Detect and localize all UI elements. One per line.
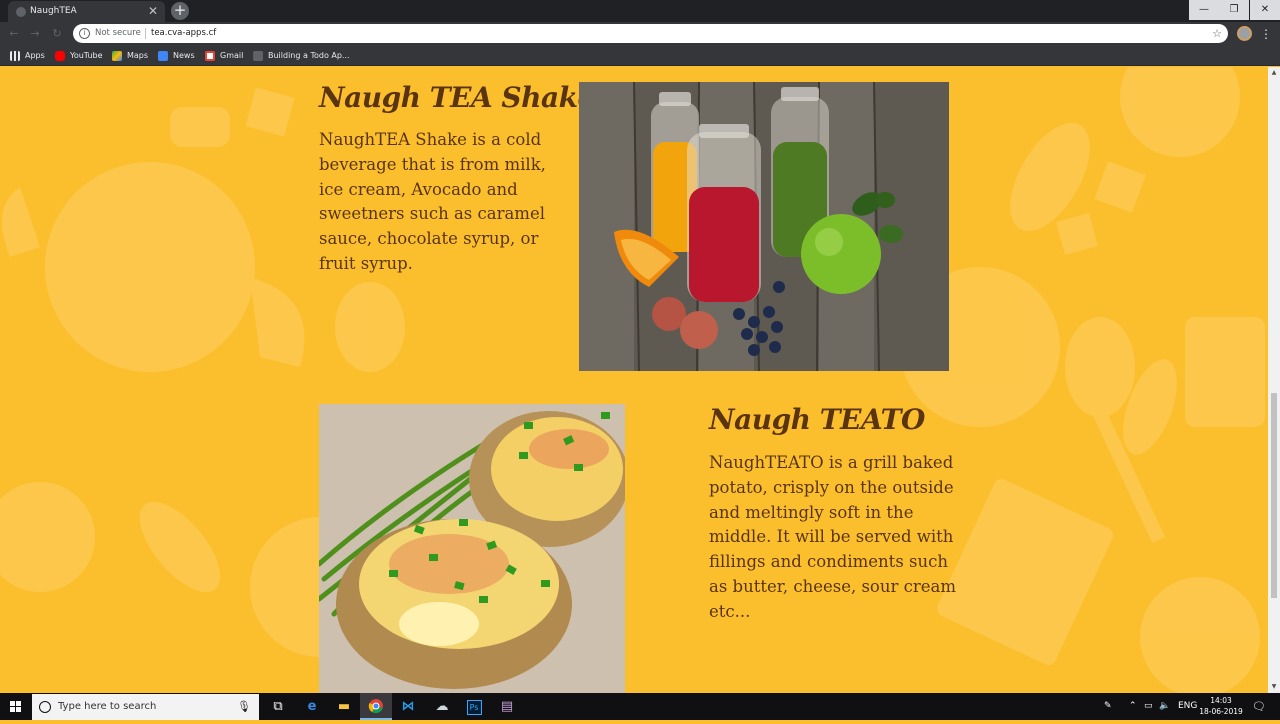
task-view-icon[interactable]: ⧉: [262, 693, 294, 720]
bookmark-label: Apps: [25, 51, 45, 60]
window-minimize-button[interactable]: —: [1189, 0, 1219, 20]
youtube-icon: [55, 51, 65, 61]
address-bar[interactable]: i Not secure tea.cva-apps.cf ☆: [73, 24, 1228, 43]
bookmark-maps[interactable]: Maps: [112, 46, 148, 66]
photoshop-icon[interactable]: Ps: [458, 693, 490, 720]
shake-title: Naugh TEA Shake: [319, 81, 595, 114]
bookmark-apps[interactable]: Apps: [10, 46, 45, 66]
bookmark-news[interactable]: News: [158, 46, 195, 66]
profile-avatar[interactable]: [1237, 26, 1252, 41]
windows-taskbar: Type here to search 🎙 ⧉ e ▬ ⋈ ☁ Ps ▤ ✎ ⌃…: [0, 693, 1280, 720]
teato-title: Naugh TEATO: [709, 403, 925, 436]
file-explorer-icon[interactable]: ▬: [328, 693, 360, 720]
bookmark-gmail[interactable]: Gmail: [205, 46, 243, 66]
page-content: Naugh TEA Shake NaughTEA Shake is a cold…: [0, 67, 1268, 693]
bookmark-label: Gmail: [220, 51, 244, 60]
edge-icon[interactable]: e: [296, 693, 328, 720]
new-tab-button[interactable]: +: [171, 2, 189, 20]
bookmark-star-icon[interactable]: ☆: [1212, 24, 1222, 43]
browser-toolbar: ← → ↻ i Not secure tea.cva-apps.cf ☆ ⋮: [0, 22, 1280, 46]
bookmark-label: News: [173, 51, 195, 60]
bookmark-label: YouTube: [70, 51, 103, 60]
tab-close-icon[interactable]: ✕: [148, 1, 158, 22]
system-clock[interactable]: 14:03 18-06-2019: [1196, 695, 1246, 717]
shake-description: NaughTEA Shake is a cold beverage that i…: [319, 130, 546, 273]
scroll-down-icon[interactable]: ▼: [1268, 681, 1280, 693]
teato-description: NaughTEATO is a grill baked potato, cris…: [709, 453, 956, 621]
tray-expand-icon[interactable]: ⌃: [1129, 693, 1137, 720]
reload-icon[interactable]: ↻: [49, 26, 65, 42]
clock-date: 18-06-2019: [1199, 707, 1243, 716]
window-close-button[interactable]: ✕: [1250, 0, 1280, 20]
bookmark-label: Building a Todo Ap...: [268, 51, 350, 60]
favicon-icon: [16, 7, 26, 17]
volume-icon[interactable]: 🔈: [1159, 693, 1170, 720]
chrome-icon[interactable]: [360, 693, 392, 720]
taskbar-search-box[interactable]: Type here to search 🎙: [32, 694, 259, 720]
teato-image: [319, 404, 625, 693]
omnibox-divider: [145, 28, 146, 39]
apps-grid-icon: [10, 51, 20, 61]
bookmarks-bar: Apps YouTube Maps News Gmail Building a …: [0, 46, 1280, 66]
pen-icon[interactable]: ✎: [1104, 693, 1112, 720]
security-label: Not secure: [95, 28, 141, 38]
tab-title: NaughTEA: [30, 6, 77, 16]
browser-tab-bar: NaughTEA ✕ + — ❐ ✕: [0, 0, 1280, 22]
bookmark-youtube[interactable]: YouTube: [55, 46, 103, 66]
info-icon[interactable]: i: [79, 28, 90, 39]
shake-image: [579, 82, 949, 371]
gmail-icon: [205, 51, 215, 61]
windows-start-icon[interactable]: [0, 693, 32, 720]
menu-dots-icon[interactable]: ⋮: [1260, 24, 1272, 44]
vscode-icon[interactable]: ⋈: [392, 693, 424, 720]
bookmark-todo[interactable]: Building a Todo Ap...: [253, 46, 350, 66]
language-indicator[interactable]: ENG: [1178, 693, 1197, 720]
url-text[interactable]: tea.cva-apps.cf: [151, 24, 216, 43]
search-placeholder: Type here to search: [58, 701, 157, 712]
scrollbar-thumb[interactable]: [1271, 393, 1277, 598]
news-icon: [158, 51, 168, 61]
microphone-icon[interactable]: 🎙: [237, 694, 251, 720]
page-scrollbar[interactable]: ▲ ▼: [1268, 67, 1280, 693]
app-icon[interactable]: ☁: [426, 693, 458, 720]
browser-tab[interactable]: NaughTEA ✕: [8, 1, 165, 22]
clock-time: 14:03: [1210, 696, 1232, 705]
maps-icon: [112, 51, 122, 61]
scroll-up-icon[interactable]: ▲: [1268, 67, 1280, 79]
cortana-icon: [39, 701, 51, 713]
window-maximize-button[interactable]: ❐: [1219, 0, 1249, 20]
page-icon: [253, 51, 263, 61]
forward-arrow-icon[interactable]: →: [27, 26, 43, 42]
notifications-icon[interactable]: 🗨: [1252, 693, 1266, 720]
media-icon[interactable]: ▤: [491, 693, 523, 720]
back-arrow-icon[interactable]: ←: [6, 26, 22, 42]
bookmark-label: Maps: [127, 51, 149, 60]
network-icon[interactable]: ▭: [1144, 693, 1153, 720]
